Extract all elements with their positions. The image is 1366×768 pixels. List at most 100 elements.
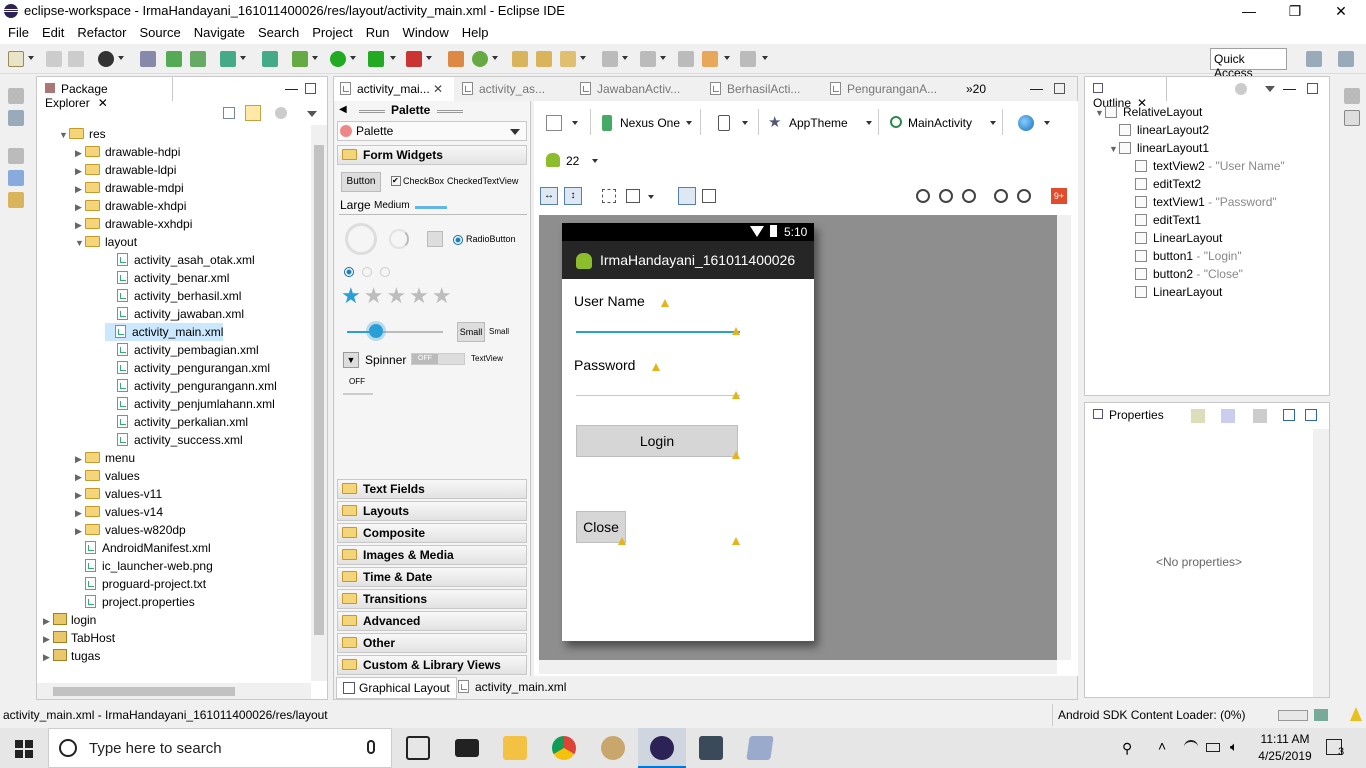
editor-tab-overflow[interactable]: »20 (960, 77, 992, 101)
palette-category[interactable]: Layouts (337, 501, 527, 521)
restore-icon[interactable] (8, 148, 24, 164)
package-explorer-tab[interactable]: Package Explorer ✕ (37, 77, 173, 110)
widget-progress-normal[interactable] (389, 229, 409, 249)
palette-category[interactable]: Custom & Library Views (337, 655, 527, 675)
chevron-right-icon[interactable]: ▶ (43, 648, 53, 666)
clock-date[interactable]: 4/25/2019 (1254, 749, 1316, 763)
properties-scrollbar[interactable] (1313, 429, 1329, 697)
tree-file-item[interactable]: activity_pembagian.xml (107, 341, 259, 359)
palette-category[interactable]: Composite (337, 523, 527, 543)
next-annotation-icon[interactable] (602, 51, 618, 67)
link-with-editor-icon[interactable] (245, 105, 261, 121)
show-margins-icon[interactable] (702, 189, 716, 203)
eclipse-taskbar-icon[interactable] (650, 736, 674, 760)
close-button[interactable]: ✕ (1318, 0, 1364, 22)
palette-category[interactable]: Transitions (337, 589, 527, 609)
nox-icon[interactable] (699, 736, 723, 760)
restore-icon[interactable] (8, 88, 24, 104)
menu-navigate[interactable]: Navigate (186, 22, 250, 40)
maximize-editor-icon[interactable] (1054, 83, 1065, 94)
menu-file[interactable]: File (0, 22, 34, 40)
widget-large-text[interactable]: Large (340, 198, 371, 212)
horizontal-scrollbar[interactable] (37, 683, 311, 699)
zoom-fit-icon[interactable] (916, 189, 930, 203)
minimize-button[interactable]: — (1226, 0, 1272, 22)
lint-warnings-icon[interactable]: 9+ (1051, 188, 1067, 204)
windows-start-icon[interactable] (15, 740, 33, 758)
palette-category[interactable]: Images & Media (337, 545, 527, 565)
tree-project-item[interactable]: ▶ login (43, 611, 96, 629)
javadoc-icon[interactable] (8, 170, 24, 186)
chevron-up-icon[interactable]: ˄ (1158, 738, 1166, 754)
editor-tab-pengurangan[interactable]: PenguranganA... (824, 77, 943, 101)
scrollbar-thumb[interactable] (314, 145, 324, 635)
widget-button[interactable]: Button (341, 172, 381, 192)
widget-progress-large[interactable] (345, 223, 377, 255)
category-form-widgets[interactable]: Form Widgets (337, 145, 527, 165)
previous-annotation-icon[interactable] (640, 51, 656, 67)
zoom-real-size-icon[interactable] (939, 189, 953, 203)
orientation-icon[interactable] (718, 115, 730, 131)
java-perspective-icon[interactable] (1338, 51, 1354, 67)
outline-item[interactable]: button1 - "Login" (1125, 247, 1242, 265)
save-icon[interactable] (46, 51, 62, 67)
tree-file-item[interactable]: activity_success.xml (107, 431, 243, 449)
chevron-right-icon[interactable]: ▶ (43, 630, 53, 648)
search-icon[interactable] (560, 51, 576, 67)
tree-project-item[interactable]: ▶ TabHost (43, 629, 115, 647)
new-java-class-icon[interactable] (472, 51, 488, 67)
scrollbar-thumb[interactable] (53, 687, 235, 696)
open-task-icon[interactable] (536, 51, 552, 67)
layout-icon[interactable] (678, 187, 696, 205)
widget-radio-unchecked[interactable] (362, 267, 372, 277)
tree-file-item[interactable]: proguard-project.txt (75, 575, 206, 593)
chevron-right-icon[interactable]: ▶ (75, 450, 85, 468)
new-icon[interactable] (8, 51, 24, 67)
close-icon[interactable]: ✕ (433, 82, 443, 96)
chevron-right-icon[interactable]: ▶ (75, 198, 85, 216)
open-perspective-icon[interactable] (1306, 51, 1322, 67)
paint-icon[interactable] (601, 736, 625, 760)
task-view-icon[interactable] (406, 736, 430, 760)
widget-ratingbar[interactable]: ★★★★★ (341, 285, 455, 307)
properties-tab[interactable]: Properties (1085, 403, 1175, 427)
widget-medium-text[interactable]: Medium (374, 200, 410, 211)
tree-file-item[interactable]: activity_main.xml (105, 323, 224, 341)
slider-thumb[interactable] (369, 324, 383, 338)
username-label[interactable]: User Name (574, 293, 645, 309)
device-select[interactable]: Nexus One (620, 116, 680, 130)
editor-tab-activity-as[interactable]: activity_as... (456, 77, 551, 101)
select-all-icon[interactable] (602, 189, 616, 203)
tree-folder-item[interactable]: ▼ res (59, 125, 106, 143)
widget-radiobutton[interactable]: RadioButton (466, 234, 516, 244)
chevron-down-icon[interactable]: ▼ (75, 234, 85, 252)
minimize-view-icon[interactable]: — (1283, 81, 1296, 96)
menu-help[interactable]: Help (454, 22, 494, 40)
tree-file-item[interactable]: activity_asah_otak.xml (107, 251, 255, 269)
chrome-icon[interactable] (552, 736, 576, 760)
theme-select[interactable]: AppTheme (789, 116, 848, 130)
chevron-down-icon[interactable]: ▼ (1095, 104, 1105, 122)
restore-icon[interactable] (1344, 88, 1360, 104)
run-icon[interactable] (330, 51, 346, 67)
api-level-select[interactable]: 22 (566, 154, 579, 168)
chevron-right-icon[interactable]: ▶ (75, 468, 85, 486)
mail-icon[interactable] (455, 739, 479, 757)
minimize-view-icon[interactable]: — (285, 81, 298, 96)
canvas-horizontal-scrollbar[interactable] (539, 660, 1057, 674)
save-all-icon[interactable] (68, 51, 84, 67)
tree-folder-item[interactable]: ▶ menu (75, 449, 135, 467)
idea-icon[interactable] (1350, 707, 1362, 721)
password-label[interactable]: Password (574, 357, 635, 373)
volume-icon[interactable]: 🔈︎ (1230, 739, 1238, 755)
password-edittext[interactable] (576, 395, 740, 396)
skip-breakpoints-icon[interactable] (140, 51, 156, 67)
expand-all-icon[interactable] (1283, 409, 1295, 421)
editor-tab-berhasil[interactable]: BerhasilActi... (704, 77, 806, 101)
forward-icon[interactable] (740, 51, 756, 67)
tree-file-item[interactable]: activity_pengurangann.xml (107, 377, 277, 395)
chevron-down-icon[interactable] (510, 129, 520, 135)
microphone-icon[interactable] (367, 740, 375, 754)
file-explorer-icon[interactable] (503, 736, 527, 760)
palette-header[interactable]: Palette (337, 121, 527, 141)
